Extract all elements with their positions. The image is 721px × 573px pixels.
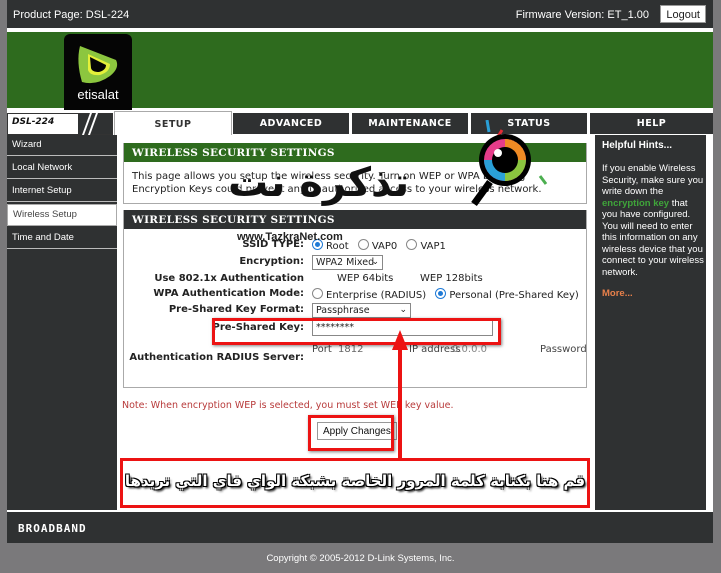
wpa-mode-group: Enterprise (RADIUS) Personal (Pre-Shared… [312, 288, 579, 301]
settings-title: WIRELESS SECURITY SETTINGS [124, 210, 586, 229]
radius-port-value[interactable]: 1812 [338, 344, 363, 355]
main-tabs: DSL-224 SETUP ADVANCED MAINTENANCE STATU… [7, 111, 713, 136]
tab-setup[interactable]: SETUP [114, 111, 232, 135]
hints-highlight: encryption key [602, 197, 670, 209]
wpa-mode-label: WPA Authentication Mode: [153, 288, 304, 299]
sidebar-item-internet-setup[interactable]: Internet Setup [7, 181, 117, 202]
tab-help[interactable]: HELP [590, 113, 713, 134]
instruction-caption: قم هنا بكتابة كلمة المرور الخاصة بشبكة ا… [120, 458, 590, 508]
helpful-hints-panel: Helpful Hints... If you enable Wireless … [595, 135, 706, 510]
hints-body: If you enable Wireless Security, make su… [602, 163, 705, 278]
footer-bar: BROADBAND [7, 512, 713, 543]
ssid-vap1-radio[interactable] [406, 239, 418, 250]
product-page-label: Product Page: DSL-224 [13, 9, 130, 21]
wep-64-option[interactable]: WEP 64bits [337, 273, 393, 284]
caption-text: قم هنا بكتابة كلمة المرور الخاصة بشبكة ا… [124, 472, 586, 490]
psk-format-label: Pre-Shared Key Format: [168, 304, 304, 315]
magnifier-eye-icon [471, 120, 548, 207]
sidebar-item-wireless-setup[interactable]: Wireless Setup [7, 204, 117, 226]
hints-text-after: that you have configured. You will need … [602, 197, 704, 278]
chevron-down-icon: ⌄ [399, 305, 407, 315]
wep-128-option[interactable]: WEP 128bits [420, 273, 483, 284]
radius-password-label: Password [540, 344, 587, 355]
settings-section: WIRELESS SECURITY SETTINGS SSID TYPE: Ro… [123, 210, 587, 388]
radius-port-label: Port [312, 344, 332, 355]
wpa-personal-radio[interactable] [435, 288, 447, 299]
ssid-vap0-radio[interactable] [357, 239, 369, 250]
watermark-text: تذكرة نت [228, 160, 410, 206]
tab-maintenance[interactable]: MAINTENANCE [352, 113, 468, 134]
sidebar: Wizard Local Network Internet Setup Wire… [7, 135, 117, 510]
sidebar-item-time-and-date[interactable]: Time and Date [7, 228, 117, 249]
brand-banner: etisalat [7, 32, 713, 110]
chevron-down-icon: ⌄ [371, 257, 379, 267]
wpa-enterprise-radio[interactable] [312, 288, 323, 299]
watermark-url: www.TazkraNet.com [237, 231, 343, 243]
auth-8021x-label: Use 802.1x Authentication [154, 273, 304, 284]
psk-highlight-box [212, 318, 501, 345]
model-badge: DSL-224 [7, 112, 113, 136]
etisalat-logo: etisalat [64, 34, 132, 110]
psk-format-value: Passphrase [316, 305, 370, 316]
encryption-select[interactable]: WPA2 Mixed ⌄ [312, 255, 383, 270]
wpa-personal-label: Personal (Pre-Shared Key) [449, 290, 579, 301]
arrow-up-icon [392, 330, 408, 462]
radius-server-label: Authentication RADIUS Server: [129, 352, 304, 363]
encryption-value: WPA2 Mixed [316, 257, 375, 268]
model-name: DSL-224 [12, 117, 55, 127]
broadband-label: BROADBAND [18, 522, 87, 535]
sidebar-item-local-network[interactable]: Local Network [7, 158, 117, 179]
hints-title: Helpful Hints... [602, 140, 672, 151]
psk-format-select[interactable]: Passphrase ⌄ [312, 303, 411, 318]
encryption-label: Encryption: [239, 256, 304, 267]
firmware-version: Firmware Version: ET_1.00 [515, 9, 649, 21]
hints-text: If you enable Wireless Security, make su… [602, 163, 704, 197]
top-bar: Product Page: DSL-224 Firmware Version: … [7, 0, 713, 28]
sidebar-item-wizard[interactable]: Wizard [7, 135, 117, 156]
ssid-vap0-label: VAP0 [371, 241, 398, 252]
logout-button[interactable]: Logout [660, 5, 706, 23]
logo-text: etisalat [77, 87, 119, 102]
wpa-enterprise-label: Enterprise (RADIUS) [326, 290, 427, 301]
stripe-decoration [78, 112, 112, 136]
ssid-vap1-label: VAP1 [420, 241, 446, 252]
hints-more-link[interactable]: More... [602, 288, 633, 299]
tab-advanced[interactable]: ADVANCED [233, 113, 349, 134]
etisalat-mark-icon [78, 46, 118, 84]
apply-highlight-box [308, 415, 394, 451]
radius-ip-value[interactable]: 0.0.0.0 [452, 344, 487, 355]
copyright: Copyright © 2005-2012 D-Link Systems, In… [266, 553, 455, 564]
